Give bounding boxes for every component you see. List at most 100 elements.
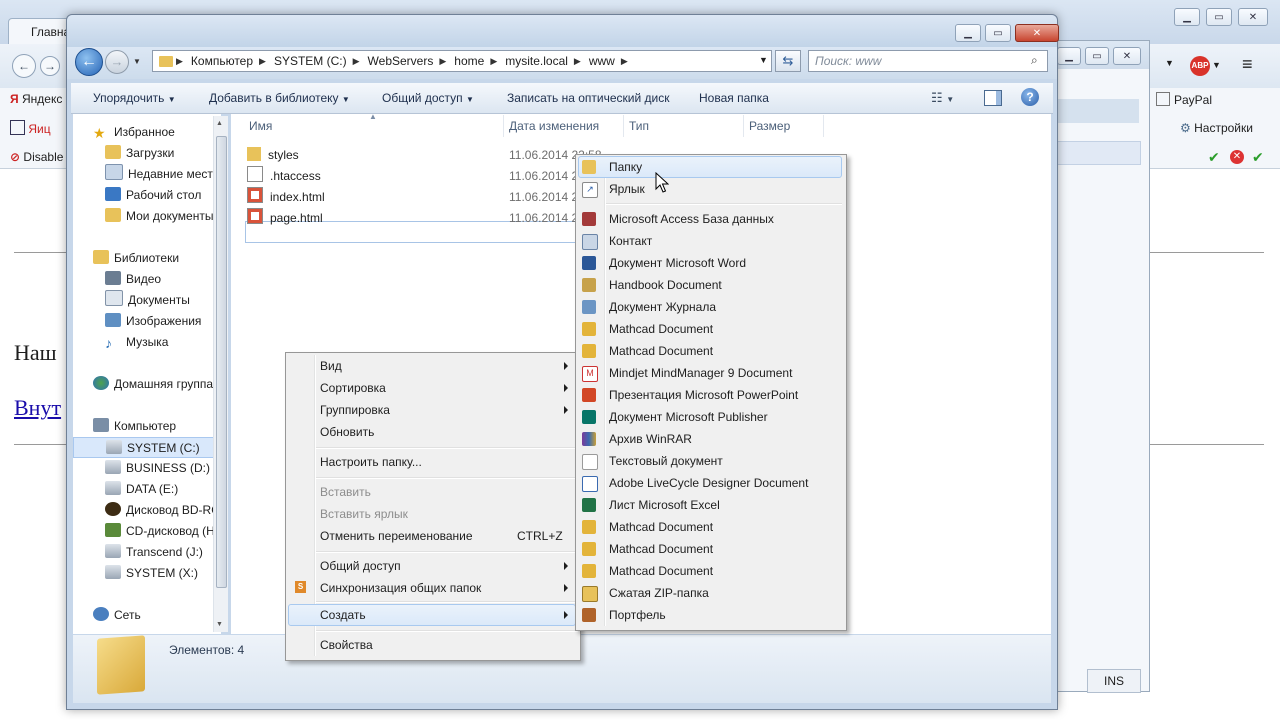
- breadcrumb-chevron-icon[interactable]: ▶: [353, 56, 360, 67]
- submenu-item-excel[interactable]: Лист Microsoft Excel: [609, 494, 720, 516]
- paypal-link[interactable]: PayPal: [1156, 92, 1212, 107]
- burn-disc-button[interactable]: Записать на оптический диск: [507, 91, 670, 105]
- menu-item-refresh[interactable]: Обновить: [320, 421, 374, 443]
- submenu-item-shortcut[interactable]: Ярлык: [609, 178, 645, 200]
- submenu-item-mindmanager[interactable]: Mindjet MindManager 9 Document: [609, 362, 792, 384]
- submenu-item-folder[interactable]: Папку: [609, 156, 642, 178]
- view-options-icon[interactable]: ☷ ▼: [931, 90, 954, 106]
- settings-link[interactable]: ⚙ Настройки: [1180, 121, 1253, 135]
- scroll-down-icon[interactable]: ▼: [216, 621, 223, 628]
- back-arrow-icon[interactable]: ←: [12, 54, 36, 78]
- column-header-type[interactable]: Тип: [629, 119, 649, 133]
- address-dropdown-icon[interactable]: ▼: [759, 55, 768, 65]
- bgwin-minimize-button[interactable]: ▁: [1057, 47, 1081, 65]
- nav-drive-system-c[interactable]: SYSTEM (C:): [73, 437, 221, 458]
- menu-item-view[interactable]: Вид: [320, 355, 342, 377]
- submenu-item-contact[interactable]: Контакт: [609, 230, 652, 252]
- forward-button[interactable]: →: [105, 50, 129, 74]
- breadcrumb-computer[interactable]: Компьютер: [183, 54, 259, 68]
- maximize-button[interactable]: ▭: [985, 24, 1011, 42]
- nav-recent-places[interactable]: Недавние места: [105, 164, 219, 185]
- column-header-size[interactable]: Размер: [749, 119, 790, 133]
- submenu-item-winrar[interactable]: Архив WinRAR: [609, 428, 692, 450]
- menu-item-sort[interactable]: Сортировка: [320, 377, 386, 399]
- breadcrumb-chevron-icon[interactable]: ▶: [439, 56, 446, 67]
- submenu-item-mathcad[interactable]: Mathcad Document: [609, 538, 713, 560]
- column-divider[interactable]: [823, 115, 824, 137]
- nav-drive-data[interactable]: DATA (E:): [105, 479, 178, 500]
- adblock-chevron-icon[interactable]: ▼: [1212, 60, 1221, 70]
- nav-music[interactable]: ♪ Музыка: [105, 332, 168, 353]
- nav-scrollbar[interactable]: ▲ ▼: [213, 116, 228, 632]
- add-to-library-button[interactable]: Добавить в библиотеку ▼: [209, 91, 350, 105]
- submenu-item-journal[interactable]: Документ Журнала: [609, 296, 716, 318]
- menu-item-group[interactable]: Группировка: [320, 399, 390, 421]
- search-input[interactable]: Поиск: www: [808, 50, 1048, 72]
- menu-item-undo-rename[interactable]: Отменить переименование: [320, 525, 473, 547]
- browser-maximize-button[interactable]: ▭: [1206, 8, 1232, 26]
- browser-tab[interactable]: Главна: [8, 18, 70, 44]
- submenu-item-word[interactable]: Документ Microsoft Word: [609, 252, 746, 274]
- bookmark-disable[interactable]: ⊘ Disable: [10, 150, 63, 164]
- nav-drive-transcend[interactable]: Transcend (J:): [105, 542, 203, 563]
- submenu-item-mathcad[interactable]: Mathcad Document: [609, 516, 713, 538]
- submenu-item-publisher[interactable]: Документ Microsoft Publisher: [609, 406, 768, 428]
- breadcrumb-chevron-icon[interactable]: ▶: [259, 56, 266, 67]
- submenu-item-mathcad[interactable]: Mathcad Document: [609, 340, 713, 362]
- file-row-index[interactable]: index.html: [247, 187, 325, 208]
- breadcrumb-webservers[interactable]: WebServers: [360, 54, 440, 68]
- file-row-styles[interactable]: styles: [247, 145, 299, 166]
- bookmark-yandex[interactable]: Я Яндекс: [10, 92, 62, 106]
- submenu-item-zip[interactable]: Сжатая ZIP-папка: [609, 582, 709, 604]
- file-row-page[interactable]: page.html: [247, 208, 323, 229]
- new-folder-button[interactable]: Новая папка: [699, 91, 769, 105]
- breadcrumb-mysite[interactable]: mysite.local: [497, 54, 574, 68]
- nav-downloads[interactable]: Загрузки: [105, 143, 174, 164]
- submenu-item-powerpoint[interactable]: Презентация Microsoft PowerPoint: [609, 384, 798, 406]
- column-header-name[interactable]: Имя: [249, 119, 272, 133]
- column-divider[interactable]: [623, 115, 624, 137]
- adblock-icon[interactable]: ABP: [1190, 56, 1210, 76]
- search-icon[interactable]: ⌕: [1031, 53, 1038, 68]
- nav-favorites[interactable]: ★ Избранное: [93, 122, 175, 143]
- breadcrumb-system-c[interactable]: SYSTEM (C:): [266, 54, 353, 68]
- back-button[interactable]: ←: [75, 48, 103, 76]
- column-divider[interactable]: [743, 115, 744, 137]
- nav-libraries[interactable]: Библиотеки: [93, 248, 179, 269]
- nav-video[interactable]: Видео: [105, 269, 161, 290]
- nav-drive-system-x[interactable]: SYSTEM (X:): [105, 563, 198, 584]
- scroll-thumb[interactable]: [216, 136, 227, 588]
- organize-button[interactable]: Упорядочить ▼: [93, 91, 176, 105]
- file-row-htaccess[interactable]: .htaccess: [247, 166, 321, 187]
- help-icon[interactable]: ?: [1021, 88, 1039, 106]
- submenu-item-handbook[interactable]: Handbook Document: [609, 274, 722, 296]
- breadcrumb-chevron-icon[interactable]: ▶: [621, 56, 628, 67]
- submenu-item-livecycle[interactable]: Adobe LiveCycle Designer Document: [609, 472, 808, 494]
- nav-documents[interactable]: Документы: [105, 290, 190, 311]
- submenu-item-mathcad[interactable]: Mathcad Document: [609, 560, 713, 582]
- breadcrumb-home[interactable]: home: [446, 54, 490, 68]
- bgwin-maximize-button[interactable]: ▭: [1085, 47, 1109, 65]
- nav-images[interactable]: Изображения: [105, 311, 201, 332]
- browser-close-button[interactable]: ✕: [1238, 8, 1268, 26]
- breadcrumb-chevron-icon[interactable]: ▶: [574, 56, 581, 67]
- dropdown-chevron-icon[interactable]: ▼: [1165, 58, 1174, 68]
- preview-pane-icon[interactable]: [984, 90, 1002, 106]
- menu-item-share[interactable]: Общий доступ: [320, 555, 401, 577]
- check-icon-2[interactable]: ✔: [1252, 149, 1264, 166]
- close-button[interactable]: ✕: [1015, 24, 1059, 42]
- minimize-button[interactable]: ▁: [955, 24, 981, 42]
- scroll-up-icon[interactable]: ▲: [216, 120, 223, 127]
- menu-item-properties[interactable]: Свойства: [320, 634, 373, 656]
- nav-homegroup[interactable]: Домашняя группа: [93, 374, 213, 395]
- breadcrumb-chevron-icon[interactable]: ▶: [490, 56, 497, 67]
- recent-pages-chevron-icon[interactable]: ▼: [133, 57, 141, 66]
- check-icon[interactable]: ✔: [1208, 149, 1220, 166]
- menu-icon[interactable]: ≡: [1242, 55, 1253, 73]
- column-divider[interactable]: [503, 115, 504, 137]
- column-header-date[interactable]: Дата изменения: [509, 119, 599, 133]
- refresh-icon[interactable]: ⇆: [775, 50, 801, 72]
- nav-drive-cd[interactable]: CD-дисковод (H: [105, 521, 215, 542]
- forward-arrow-icon[interactable]: →: [40, 56, 60, 76]
- nav-drive-bd[interactable]: Дисковод BD-RO: [105, 500, 221, 521]
